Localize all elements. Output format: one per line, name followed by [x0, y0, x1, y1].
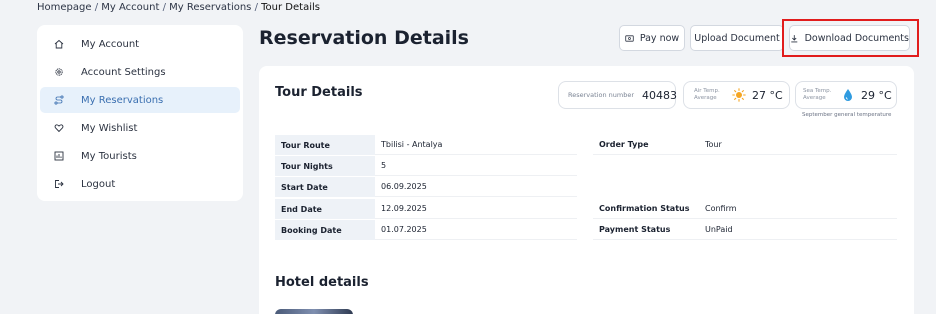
confirmation-status-label: Confirmation Status: [593, 199, 699, 219]
tour-nights-label: Tour Nights: [275, 156, 375, 176]
start-date-label: Start Date: [275, 177, 375, 197]
page-title: Reservation Details: [259, 27, 469, 49]
tour-route-label: Tour Route: [275, 135, 375, 155]
card-icon: [625, 34, 634, 42]
sidebar-item-label: My Account: [81, 38, 140, 50]
payment-status-label: Payment Status: [593, 220, 699, 240]
sidebar-item-my-reservations[interactable]: My Reservations: [40, 87, 240, 113]
sidebar-item-label: My Tourists: [81, 150, 137, 162]
home-icon: [54, 39, 64, 49]
order-type-label: Order Type: [593, 135, 699, 155]
sidebar-item-account-settings[interactable]: Account Settings: [40, 59, 240, 85]
air-temp-label: Air Temp.: [694, 88, 720, 94]
upload-document-button[interactable]: Upload Document: [690, 25, 784, 51]
sea-temp-sublabel: Average: [803, 95, 826, 101]
air-temp-value: 27 °C: [752, 88, 783, 102]
users-icon: [54, 151, 64, 161]
start-date-value: 06.09.2025: [375, 177, 577, 197]
order-type-value: Tour: [699, 135, 897, 155]
sidebar: My Account Account Settings My Reservati…: [37, 25, 243, 201]
upload-document-label: Upload Document: [694, 32, 780, 44]
gear-icon: [54, 67, 64, 77]
sea-temp-value: 29 °C: [861, 88, 892, 102]
pay-now-button[interactable]: Pay now: [619, 25, 685, 51]
air-temp-chip: Air Temp. Average 27 °C: [683, 81, 790, 109]
end-date-label: End Date: [275, 199, 375, 219]
sea-temp-chip: Sea Temp. Average 29 °C: [795, 81, 897, 109]
payment-status-value: UnPaid: [699, 220, 897, 240]
reservation-number-label: Reservation number: [568, 91, 634, 99]
tour-details-card: Tour Details Reservation number 40483 Ai…: [259, 66, 914, 314]
sidebar-item-label: My Wishlist: [81, 122, 138, 134]
reservation-number-chip: Reservation number 40483: [558, 81, 677, 109]
tour-route-value: Tbilisi - Antalya: [375, 135, 577, 155]
breadcrumb-home[interactable]: Homepage: [37, 2, 92, 13]
breadcrumb-my-account[interactable]: My Account: [101, 2, 159, 13]
season-temperature-note: September general temperature: [802, 112, 892, 118]
sidebar-item-label: Account Settings: [81, 66, 166, 78]
booking-date-value: 01.07.2025: [375, 220, 577, 240]
sidebar-item-my-tourists[interactable]: My Tourists: [40, 143, 240, 169]
sidebar-item-logout[interactable]: Logout: [40, 171, 240, 197]
breadcrumb-current: Tour Details: [261, 2, 320, 13]
heart-icon: [54, 123, 64, 133]
highlight-box: [782, 19, 919, 57]
tour-nights-value: 5: [375, 156, 577, 176]
sun-icon: [732, 88, 746, 102]
sidebar-item-my-account[interactable]: My Account: [40, 31, 240, 57]
tour-details-title: Tour Details: [275, 85, 363, 100]
reservation-number-value: 40483: [642, 88, 677, 102]
air-temp-sublabel: Average: [694, 95, 717, 101]
booking-date-label: Booking Date: [275, 220, 375, 240]
breadcrumb: Homepage / My Account / My Reservations …: [37, 2, 320, 13]
route-icon: [54, 95, 64, 105]
sidebar-item-label: My Reservations: [81, 94, 164, 106]
logout-icon: [54, 179, 64, 189]
water-drop-icon: [844, 89, 852, 101]
sidebar-item-label: Logout: [81, 178, 116, 190]
hotel-details-title: Hotel details: [275, 275, 369, 290]
end-date-value: 12.09.2025: [375, 199, 577, 219]
sea-temp-label: Sea Temp.: [803, 88, 832, 94]
sidebar-item-my-wishlist[interactable]: My Wishlist: [40, 115, 240, 141]
breadcrumb-my-reservations[interactable]: My Reservations: [169, 2, 251, 13]
pay-now-label: Pay now: [639, 32, 680, 44]
confirmation-status-value: Confirm: [699, 199, 897, 219]
hotel-image: [275, 309, 353, 314]
